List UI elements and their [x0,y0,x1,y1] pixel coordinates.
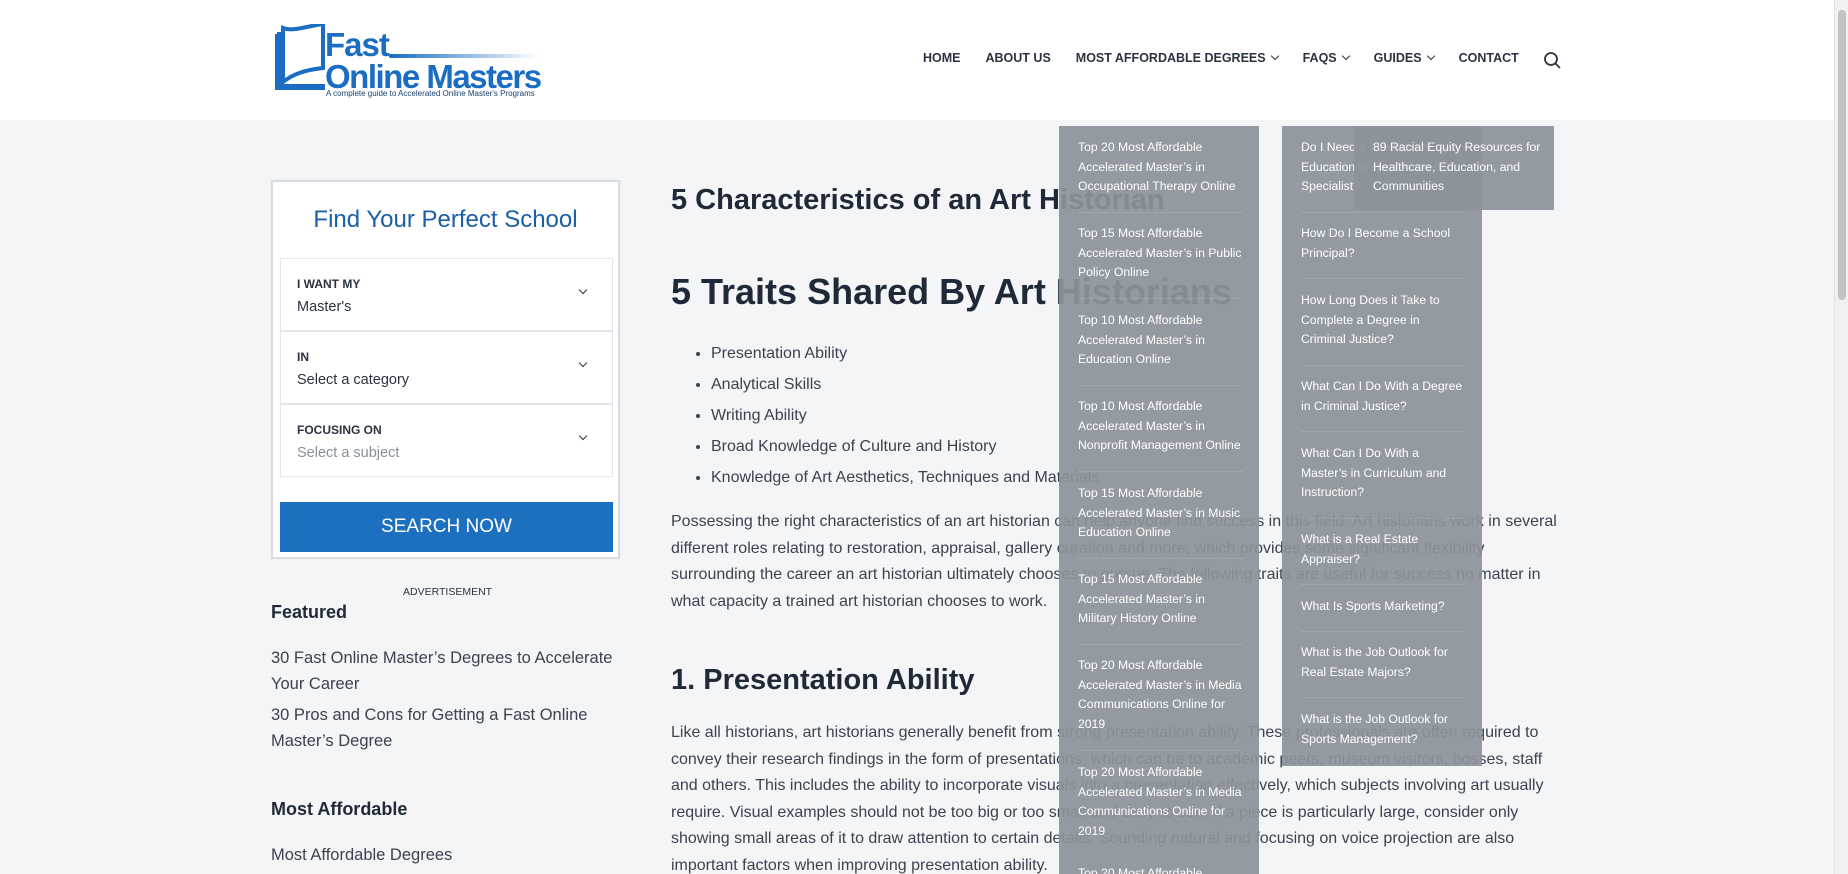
divider [1301,365,1466,366]
nav-home[interactable]: HOME [923,51,961,65]
dropdown-link[interactable]: What Is Sports Marketing? [1301,597,1466,617]
field-label: FOCUSING ON [297,423,382,437]
nav-guides-label: GUIDES [1373,51,1422,65]
dropdown-link[interactable]: Top 10 Most Affordable Accelerated Maste… [1078,397,1248,456]
dropdown-link[interactable]: 89 Racial Equity Resources for Healthcar… [1373,138,1543,197]
nav-contact[interactable]: CONTACT [1459,51,1519,65]
nav-home-label: HOME [923,51,961,65]
dropdown-link[interactable]: Top 20 Most Affordable Accelerated Maste… [1078,763,1243,841]
featured-link[interactable]: 30 Fast Online Master’s Degrees to Accel… [271,645,621,697]
faqs-dropdown: Do I Need a Master’s in Education to Be … [1282,126,1482,766]
divider [1301,431,1466,432]
affordable-degrees-dropdown: Top 20 Most Affordable Accelerated Maste… [1059,126,1259,874]
field-value: Select a subject [297,445,400,461]
page-scrollbar[interactable] [1834,0,1848,874]
nav-contact-label: CONTACT [1458,51,1519,65]
guides-dropdown: 89 Racial Equity Resources for Healthcar… [1354,126,1554,210]
traits-list: Presentation Ability Analytical Skills W… [711,338,1099,493]
degree-level-select[interactable]: I WANT MY Master's [280,258,613,331]
chevron-down-icon [1426,51,1435,61]
most-affordable-heading: Most Affordable [271,799,408,819]
dropdown-link[interactable]: Top 15 Most Affordable Accelerated Maste… [1078,224,1243,283]
section-heading: 1. Presentation Ability [671,664,975,696]
list-item: Analytical Skills [711,369,1099,400]
featured-heading: Featured [271,602,348,622]
list-item: Writing Ability [711,400,1099,431]
advertisement-label: ADVERTISEMENT [403,586,493,598]
list-item: Knowledge of Art Aesthetics, Techniques … [711,462,1099,493]
dropdown-link[interactable]: What is a Real Estate Appraiser? [1301,530,1466,569]
chevron-down-icon [578,358,588,368]
dropdown-link[interactable]: How Do I Become a School Principal? [1301,224,1466,263]
chevron-down-icon [1341,51,1350,61]
divider [1078,750,1243,751]
nav-faqs[interactable]: FAQS [1302,51,1350,65]
logo-tagline: A complete guide to Accelerated Online M… [326,89,535,98]
site-header: Fast Online Masters A complete guide to … [0,0,1834,120]
field-value: Select a category [297,372,410,388]
nav-faqs-label: FAQS [1302,51,1337,65]
nav-affordable-label: MOST AFFORDABLE DEGREES [1075,51,1266,65]
dropdown-link[interactable]: What is the Job Outlook for Real Estate … [1301,643,1466,682]
nav-most-affordable-degrees[interactable]: MOST AFFORDABLE DEGREES [1075,51,1279,65]
chevron-down-icon [578,285,588,295]
dropdown-link[interactable]: Top 20 Most Affordable [1078,864,1243,874]
scrollbar-thumb[interactable] [1838,10,1846,300]
search-now-button[interactable]: SEARCH NOW [280,502,613,552]
divider [1078,385,1243,386]
dropdown-link[interactable]: Top 15 Most Affordable Accelerated Maste… [1078,570,1243,629]
list-item: Broad Knowledge of Culture and History [711,431,1099,462]
dropdown-link[interactable]: What Can I Do With a Degree in Criminal … [1301,377,1466,416]
divider [1301,697,1466,698]
list-item: Presentation Ability [711,338,1099,369]
divider [1078,212,1243,213]
search-icon[interactable] [1543,51,1561,69]
chevron-down-icon [1270,51,1279,61]
dropdown-link[interactable]: What is the Job Outlook for Sports Manag… [1301,710,1466,749]
dropdown-link[interactable]: Top 20 Most Affordable Accelerated Maste… [1078,656,1243,734]
nav-guides[interactable]: GUIDES [1373,51,1435,65]
dropdown-link[interactable]: How Long Does it Take to Complete a Degr… [1301,291,1466,350]
school-finder-widget: Find Your Perfect School I WANT MY Maste… [271,180,620,559]
nav-about-us[interactable]: ABOUT US [986,51,1051,65]
divider [1078,298,1243,299]
divider [1301,631,1466,632]
divider [1078,558,1243,559]
divider [1078,471,1243,472]
main-nav: HOME ABOUT US MOST AFFORDABLE DEGREES FA… [923,51,1544,65]
affordable-link[interactable]: Most Affordable Degrees [271,842,621,868]
divider [1301,584,1466,585]
divider [1301,278,1466,279]
dropdown-link[interactable]: What Can I Do With a Master’s in Curricu… [1301,444,1466,503]
chevron-down-icon [578,431,588,441]
divider [1301,518,1466,519]
field-label: IN [297,350,309,364]
finder-title: Find Your Perfect School [313,206,578,233]
divider [1078,644,1243,645]
book-icon [275,24,325,90]
dropdown-link[interactable]: Top 10 Most Affordable Accelerated Maste… [1078,311,1243,370]
featured-link[interactable]: 30 Pros and Cons for Getting a Fast Onli… [271,702,621,754]
field-value: Master's [297,299,352,315]
category-select[interactable]: IN Select a category [280,331,613,404]
field-label: I WANT MY [297,277,361,291]
divider [1301,212,1466,213]
subject-select[interactable]: FOCUSING ON Select a subject [280,404,613,477]
dropdown-link[interactable]: Top 20 Most Affordable Accelerated Maste… [1078,138,1243,197]
site-logo[interactable]: Fast Online Masters A complete guide to … [271,20,546,100]
nav-about-label: ABOUT US [985,51,1051,65]
dropdown-link[interactable]: Top 15 Most Affordable Accelerated Maste… [1078,484,1243,543]
